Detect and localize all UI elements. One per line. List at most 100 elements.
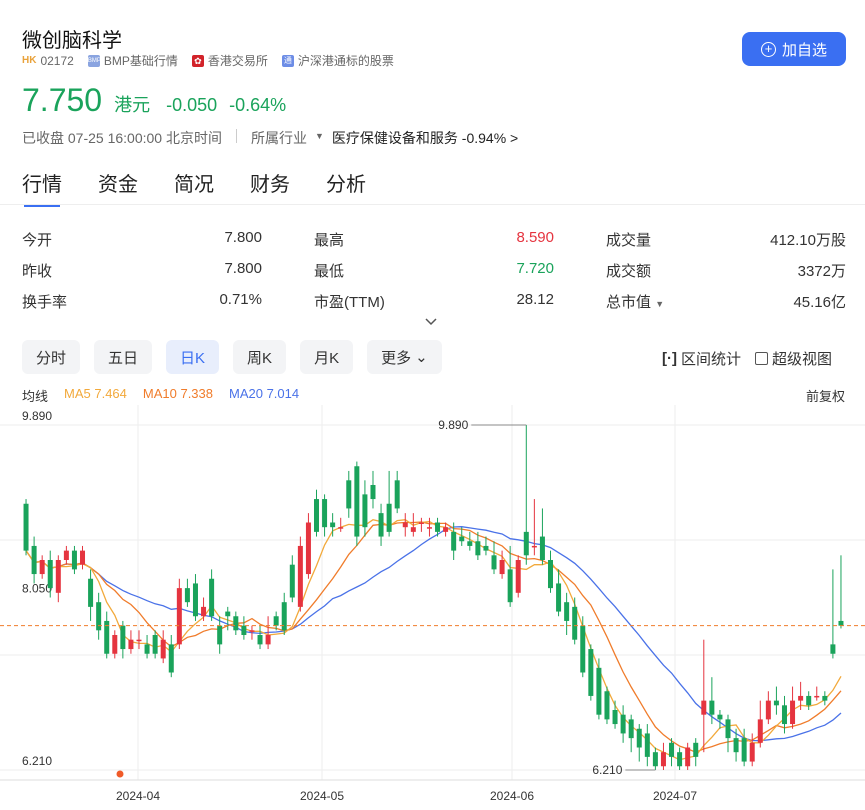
candle-body (152, 635, 158, 654)
period-daily[interactable]: 日K (166, 340, 220, 374)
expand-chevron-icon[interactable] (424, 316, 438, 330)
range-stats-button[interactable]: [·] 区间统计 (662, 348, 741, 369)
price-change: -0.050 (166, 95, 218, 115)
bracket-icon: [·] (662, 350, 677, 367)
candle-body (644, 733, 650, 757)
candle-body (330, 522, 336, 528)
candle-body (830, 644, 836, 654)
chart-tools: [·] 区间统计 超级视图 (662, 348, 832, 369)
candle-body (160, 639, 166, 659)
candlestick-chart[interactable]: 9.8908.0506.2102024-04 2024-05 2024-06 2024… (0, 405, 865, 810)
industry-link[interactable]: 医疗保健设备和服务 -0.94% > (332, 128, 518, 148)
candle-body (781, 705, 787, 725)
y-tick-label: 9.890 (22, 409, 52, 423)
stat-value: 7.720 (516, 260, 554, 277)
tab-quote[interactable]: 行情 (22, 168, 62, 207)
candle-body (265, 635, 271, 645)
candle-body (370, 485, 376, 500)
candle-body (184, 588, 190, 603)
bmp-label: BMP基础行情 (103, 54, 178, 68)
candle-body (531, 545, 537, 548)
ma5-value: MA5 7.464 (64, 386, 127, 401)
hkex-icon: ✿ (191, 54, 204, 67)
max-annotation-label: 9.890 (438, 418, 468, 432)
stat-value: 7.800 (224, 260, 262, 277)
candle-body (757, 719, 763, 743)
ma10-value: MA10 7.338 (142, 386, 213, 401)
candle-body (112, 635, 118, 654)
candle-body (241, 625, 247, 635)
stat-label: 成交额 (606, 263, 652, 280)
candle-body (168, 644, 174, 673)
candle-body (435, 522, 441, 532)
ma5-line (25, 519, 842, 761)
candle-body (588, 649, 594, 696)
stats-grid: 今开 7.800 最高 8.590 成交量 412.10万股 昨收 7.800 最低 7.… (22, 224, 846, 317)
currency: 港元 (114, 95, 151, 115)
ma-legend: 均线 MA5 7.464 MA10 7.338 MA20 7.014 (22, 386, 299, 405)
chevron-right-icon: > (510, 130, 519, 146)
price-change-pct: -0.64% (229, 95, 287, 115)
market-cap-dropdown[interactable]: 总市值 ▼ (606, 291, 664, 312)
candle-body (556, 583, 562, 612)
industry-label: 所属行业 (250, 130, 307, 146)
candle-body (773, 700, 779, 706)
super-view-button[interactable]: 超级视图 (755, 348, 832, 369)
hkex-tag[interactable]: ✿ 香港交易所 (191, 52, 268, 69)
stat-value: 45.16亿 (793, 294, 846, 311)
period-more-label: 更多 (381, 349, 412, 367)
candle-body (144, 644, 150, 654)
tab-divider (0, 204, 865, 205)
add-watchlist-button[interactable]: + 加自选 (742, 32, 846, 66)
stock-name: 微创脑科学 (22, 30, 122, 52)
candle-body (564, 602, 570, 621)
candle-body (580, 625, 586, 673)
x-tick-label: 2024-06 (490, 789, 534, 803)
stat-label: 今开 (22, 232, 53, 249)
candle-body (362, 494, 368, 528)
candle-body (660, 752, 666, 767)
bmp-tag[interactable]: BMP BMP基础行情 (87, 52, 178, 69)
candle-body (273, 616, 279, 626)
stat-value: 0.71% (219, 291, 262, 308)
candle-body (685, 747, 691, 767)
add-watchlist-label: 加自选 (781, 41, 827, 59)
candle-body (483, 545, 489, 551)
tab-funds[interactable]: 资金 (98, 168, 138, 207)
candle-body (596, 667, 602, 715)
candle-body (257, 635, 263, 645)
candle-body (192, 583, 198, 617)
super-view-label: 超级视图 (772, 351, 833, 368)
candle-body (733, 738, 739, 753)
tab-profile[interactable]: 简况 (174, 168, 214, 207)
period-intraday[interactable]: 分时 (22, 340, 81, 374)
tab-analysis[interactable]: 分析 (326, 168, 366, 207)
candle-body (378, 513, 384, 537)
x-tick-label: 2024-05 (300, 789, 344, 803)
adjust-mode-button[interactable]: 前复权 (806, 386, 845, 405)
period-weekly[interactable]: 周K (233, 340, 287, 374)
candle-body (612, 710, 618, 725)
main-tabs: 行情 资金 简况 财务 分析 (22, 168, 366, 207)
period-5day[interactable]: 五日 (94, 340, 153, 374)
candle-body (297, 545, 303, 607)
market-status: 已收盘 07-25 16:00:00 北京时间 (22, 130, 222, 146)
candle-body (507, 569, 513, 603)
candle-body (749, 742, 755, 762)
ma20-line (25, 526, 842, 742)
connect-tag[interactable]: 通 沪深港通标的股票 (281, 52, 394, 69)
industry-change: -0.94% (461, 130, 507, 146)
candle-body (314, 499, 320, 532)
tab-finance[interactable]: 财务 (250, 168, 290, 207)
candle-body (620, 714, 626, 734)
candle-body (128, 639, 134, 650)
candle-body (547, 560, 553, 589)
candle-body (346, 480, 352, 509)
candle-body (467, 541, 473, 546)
period-more-dropdown[interactable]: 更多 ⌄ (367, 340, 442, 374)
candle-body (814, 695, 820, 698)
candle-body (539, 536, 545, 560)
candle-body (459, 536, 465, 542)
candle-body (120, 625, 126, 650)
period-monthly[interactable]: 月K (300, 340, 354, 374)
